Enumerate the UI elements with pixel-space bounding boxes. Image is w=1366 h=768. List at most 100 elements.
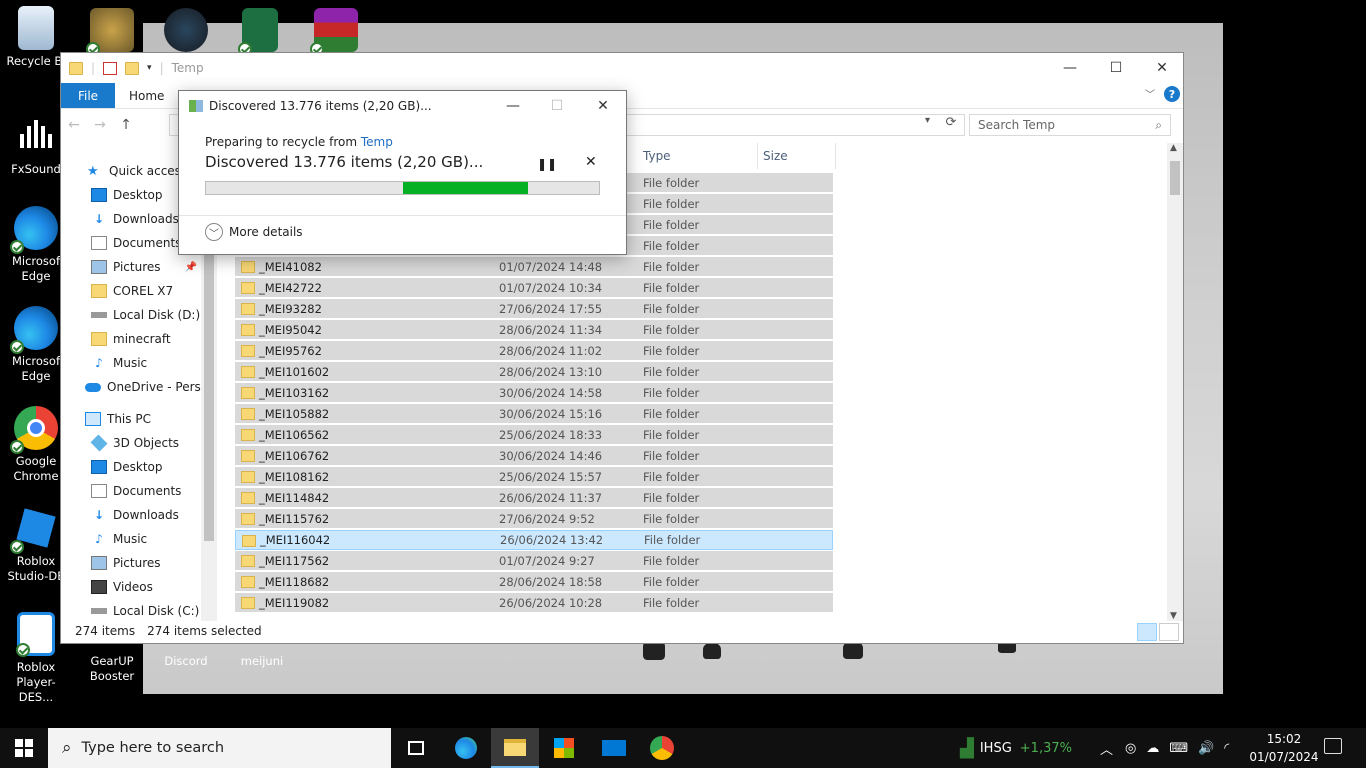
customize-toolbar-icon[interactable]: ▾ bbox=[147, 63, 152, 73]
date-modified: 01/07/2024 10:34 bbox=[499, 280, 603, 295]
sidebar-item[interactable]: Desktop bbox=[61, 455, 217, 479]
sidebar-item[interactable]: Documents bbox=[61, 479, 217, 503]
column-type[interactable]: Type bbox=[643, 149, 671, 163]
sidebar-item-label: Pictures bbox=[113, 260, 161, 274]
table-row[interactable]: _MEI108162 25/06/2024 15:57 File folder bbox=[235, 467, 833, 487]
date-modified: 28/06/2024 13:10 bbox=[499, 364, 603, 379]
game-shortcut[interactable] bbox=[76, 8, 148, 56]
table-row[interactable]: _MEI105882 30/06/2024 15:16 File folder bbox=[235, 404, 833, 424]
taskbar-chrome-icon[interactable] bbox=[638, 728, 686, 768]
table-row[interactable]: _MEI101602 28/06/2024 13:10 File folder bbox=[235, 362, 833, 382]
stock-name[interactable]: IHSG bbox=[980, 741, 1012, 756]
file-list-scrollbar[interactable]: ▲ ▼ bbox=[1167, 143, 1183, 621]
more-details-button[interactable]: ﹀ More details bbox=[205, 223, 303, 241]
steam-icon bbox=[164, 8, 208, 52]
refresh-icon[interactable]: ⟳ bbox=[941, 115, 961, 135]
table-row[interactable]: _MEI114842 26/06/2024 11:37 File folder bbox=[235, 488, 833, 508]
file-name: _MEI119082 bbox=[259, 595, 330, 610]
sidebar-item-label: Desktop bbox=[113, 188, 163, 202]
table-row[interactable]: _MEI106762 30/06/2024 14:46 File folder bbox=[235, 446, 833, 466]
column-size[interactable]: Size bbox=[763, 149, 788, 163]
sidebar-item-this-pc[interactable]: This PC bbox=[61, 407, 217, 431]
table-row[interactable]: _MEI103162 30/06/2024 14:58 File folder bbox=[235, 383, 833, 403]
details-view-icon[interactable] bbox=[1137, 623, 1157, 641]
input-method-icon[interactable]: ⌨ bbox=[1169, 741, 1188, 756]
table-row[interactable]: _MEI93282 27/06/2024 17:55 File folder bbox=[235, 299, 833, 319]
documents-icon bbox=[91, 484, 107, 498]
taskbar-search[interactable]: ⌕ Type here to search bbox=[48, 728, 391, 768]
taskbar-file-explorer-icon[interactable] bbox=[491, 728, 539, 768]
gearup-shortcut[interactable]: GearUP Booster bbox=[76, 654, 148, 684]
file-name: _MEI115762 bbox=[259, 511, 330, 526]
file-name: _MEI108162 bbox=[259, 469, 330, 484]
discord-shortcut[interactable]: Discord bbox=[150, 654, 222, 669]
tab-home[interactable]: Home bbox=[115, 83, 178, 108]
sidebar-item[interactable]: Pictures bbox=[61, 551, 217, 575]
source-folder-link[interactable]: Temp bbox=[361, 135, 393, 149]
sidebar-item-onedrive[interactable]: OneDrive - Persor bbox=[61, 375, 217, 399]
taskbar-mail-icon[interactable] bbox=[590, 728, 638, 768]
table-row[interactable]: _MEI117562 01/07/2024 9:27 File folder bbox=[235, 551, 833, 571]
file-name: _MEI41082 bbox=[259, 259, 322, 274]
cancel-button[interactable]: ✕ bbox=[585, 154, 597, 170]
back-icon[interactable]: ← bbox=[61, 117, 87, 133]
table-row[interactable]: _MEI95042 28/06/2024 11:34 File folder bbox=[235, 320, 833, 340]
pause-button[interactable]: ❚❚ bbox=[537, 157, 557, 171]
onedrive-tray-icon[interactable]: ☁ bbox=[1146, 741, 1159, 756]
sidebar-item[interactable]: ♪ Music bbox=[61, 351, 217, 375]
chevron-down-icon[interactable]: ▾ bbox=[925, 115, 930, 126]
sidebar-item[interactable]: Local Disk (D:) bbox=[61, 303, 217, 327]
sidebar-item[interactable]: minecraft bbox=[61, 327, 217, 351]
table-row[interactable]: _MEI116042 26/06/2024 13:42 File folder bbox=[235, 530, 833, 550]
sidebar-item[interactable]: Pictures 📌 bbox=[61, 255, 217, 279]
task-view-icon[interactable] bbox=[392, 728, 440, 768]
help-icon[interactable]: ? bbox=[1164, 86, 1180, 102]
notification-icon[interactable] bbox=[1324, 738, 1342, 754]
minimize-button[interactable]: — bbox=[1047, 53, 1093, 83]
sidebar-item[interactable]: Local Disk (C:) bbox=[61, 599, 217, 621]
winrar-shortcut[interactable] bbox=[300, 8, 372, 56]
steam-shortcut[interactable] bbox=[150, 8, 222, 56]
date-modified: 27/06/2024 9:52 bbox=[499, 511, 595, 526]
title-bar: | ▾ | Temp bbox=[61, 53, 1183, 83]
search-input[interactable]: Search Temp ⌕ bbox=[969, 114, 1171, 136]
network-icon[interactable]: ◎ bbox=[1125, 741, 1136, 756]
dialog-minimize-button[interactable]: — bbox=[493, 91, 533, 121]
wifi-icon[interactable]: ◜ bbox=[1224, 741, 1229, 756]
start-button[interactable] bbox=[0, 728, 48, 768]
table-row[interactable]: _MEI115762 27/06/2024 9:52 File folder bbox=[235, 509, 833, 529]
table-row[interactable]: _MEI95762 28/06/2024 11:02 File folder bbox=[235, 341, 833, 361]
sidebar-item[interactable]: COREL X7 bbox=[61, 279, 217, 303]
close-button[interactable]: ✕ bbox=[1139, 53, 1185, 83]
large-icons-view-icon[interactable] bbox=[1159, 623, 1179, 641]
sidebar-item[interactable]: ↓ Downloads bbox=[61, 503, 217, 527]
table-row[interactable]: _MEI41082 01/07/2024 14:48 File folder bbox=[235, 257, 833, 277]
tab-file[interactable]: File bbox=[61, 83, 115, 108]
maximize-button[interactable]: ☐ bbox=[1093, 53, 1139, 83]
table-row[interactable]: _MEI42722 01/07/2024 10:34 File folder bbox=[235, 278, 833, 298]
meijuni-shortcut[interactable]: meijuni bbox=[226, 654, 298, 669]
taskbar-edge-icon[interactable] bbox=[442, 728, 490, 768]
taskbar-store-icon[interactable] bbox=[540, 728, 588, 768]
volume-icon[interactable]: 🔊 bbox=[1198, 741, 1214, 756]
up-icon[interactable]: ↑ bbox=[113, 117, 139, 133]
table-row[interactable]: _MEI119082 26/06/2024 10:28 File folder bbox=[235, 593, 833, 613]
pin-icon[interactable]: 📌 bbox=[185, 262, 197, 273]
properties-icon[interactable] bbox=[103, 61, 118, 75]
date-modified: 28/06/2024 18:58 bbox=[499, 574, 603, 589]
chevron-up-icon[interactable]: ︿ bbox=[1100, 739, 1113, 758]
sidebar-item[interactable]: ♪ Music bbox=[61, 527, 217, 551]
dialog-close-button[interactable]: ✕ bbox=[583, 91, 623, 121]
table-row[interactable]: _MEI118682 28/06/2024 18:58 File folder bbox=[235, 572, 833, 592]
new-folder-icon[interactable] bbox=[125, 61, 140, 75]
clock[interactable]: 15:02 01/07/2024 bbox=[1244, 730, 1324, 766]
file-type: File folder bbox=[643, 280, 700, 295]
progress-fill bbox=[402, 182, 529, 194]
sidebar-item[interactable]: Videos bbox=[61, 575, 217, 599]
excel-shortcut[interactable] bbox=[224, 8, 296, 56]
forward-icon[interactable]: → bbox=[87, 117, 113, 133]
stock-change[interactable]: +1,37% bbox=[1020, 741, 1072, 756]
table-row[interactable]: _MEI106562 25/06/2024 18:33 File folder bbox=[235, 425, 833, 445]
sidebar-item[interactable]: 3D Objects bbox=[61, 431, 217, 455]
expand-ribbon-icon[interactable]: ﹀ bbox=[1145, 86, 1155, 101]
